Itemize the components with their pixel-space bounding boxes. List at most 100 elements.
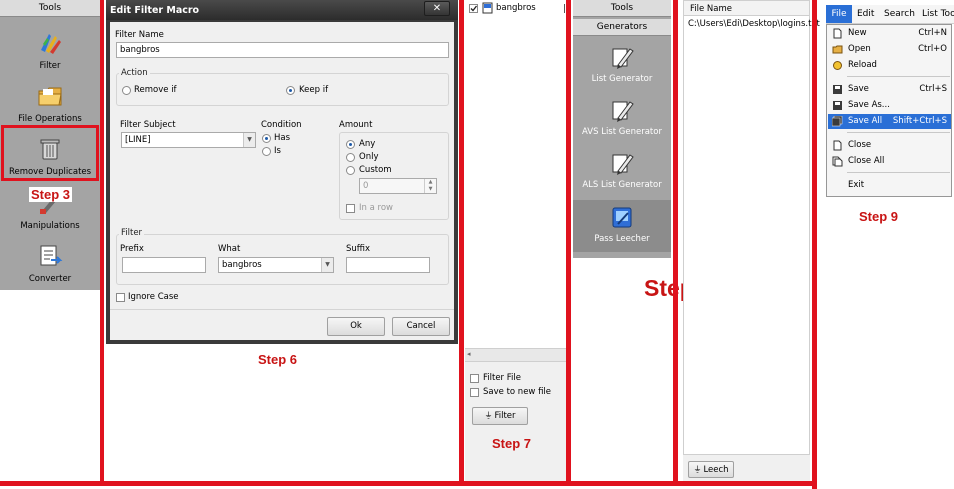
filter-subject-value: [LINE] — [125, 135, 151, 145]
pass-leecher-label: Pass Leecher — [594, 234, 650, 244]
step-3-label: Step 3 — [29, 187, 73, 202]
action-label: Action — [119, 68, 150, 78]
open-folder-icon — [832, 45, 843, 54]
any-radio[interactable] — [346, 140, 355, 149]
menu-separator — [847, 76, 950, 77]
horizontal-scrollbar[interactable]: ◂ — [465, 348, 566, 362]
generators-tools-header[interactable]: Tools — [573, 0, 671, 17]
column-divider — [564, 4, 565, 13]
file-list[interactable]: File Name C:\Users\Edi\Desktop\logins.tx… — [683, 0, 820, 455]
filter-button[interactable]: ⏚ Filter — [472, 407, 528, 425]
als-list-generator-label: ALS List Generator — [582, 180, 662, 190]
menu-list-tools[interactable]: List Too — [922, 5, 954, 23]
only-radio[interactable] — [346, 153, 355, 162]
menu-item-save-label: Save — [848, 84, 869, 94]
filter-name-input[interactable]: bangbros — [116, 42, 449, 58]
menu-file[interactable]: File — [826, 5, 852, 23]
pass-leecher-item[interactable]: Pass Leecher — [573, 200, 671, 252]
menu-item-save-all[interactable]: Save All Shift+Ctrl+S — [828, 114, 951, 129]
generators-panel: Tools Generators List Generator AVS List… — [573, 0, 671, 258]
menu-item-open-label: Open — [848, 44, 871, 54]
leech-button-label: Leech — [703, 465, 729, 475]
what-label: What — [218, 244, 241, 254]
menu-item-close-all[interactable]: Close All — [828, 154, 951, 169]
has-radio[interactable] — [262, 134, 271, 143]
menu-item-reload-label: Reload — [848, 60, 877, 70]
tool-converter[interactable]: Converter — [0, 235, 100, 287]
tool-file-operations[interactable]: File Operations — [0, 75, 100, 127]
has-label: Has — [274, 133, 291, 143]
menu-item-save-as-label: Save As... — [848, 100, 890, 110]
what-select[interactable]: bangbros ▼ — [218, 257, 334, 273]
chevron-down-icon: ▼ — [321, 258, 333, 272]
red-divider — [566, 0, 571, 484]
menu-item-save[interactable]: Save Ctrl+S — [828, 82, 951, 97]
menu-separator — [847, 172, 950, 173]
keep-if-label: Keep if — [299, 85, 329, 95]
menu-item-open[interactable]: Open Ctrl+O — [828, 42, 951, 57]
step-7-label: Step 7 — [492, 436, 532, 451]
avs-list-generator-label: AVS List Generator — [582, 127, 662, 137]
menu-item-new[interactable]: New Ctrl+N — [828, 26, 951, 41]
condition-label: Condition — [261, 120, 302, 130]
list-item-label: bangbros — [496, 3, 536, 13]
keep-if-radio[interactable] — [286, 86, 295, 95]
red-divider — [459, 0, 464, 484]
suffix-input[interactable] — [346, 257, 430, 273]
filter-macro-icon — [482, 2, 493, 14]
save-icon — [833, 85, 842, 94]
edit-filter-macro-dialog: Edit Filter Macro ✕ Filter Name bangbros… — [106, 0, 458, 344]
menu-item-reload[interactable]: Reload — [828, 58, 951, 73]
chevron-down-icon: ▼ — [243, 133, 255, 147]
dialog-title: Edit Filter Macro — [106, 0, 458, 20]
cancel-button[interactable]: Cancel — [392, 317, 450, 336]
prefix-label: Prefix — [120, 244, 144, 254]
menu-item-exit[interactable]: Exit — [828, 178, 951, 193]
list-generator-label: List Generator — [591, 74, 653, 84]
filter-file-checkbox[interactable] — [470, 374, 479, 383]
file-path-row[interactable]: C:\Users\Edi\Desktop\logins.txt — [688, 19, 820, 29]
menu-item-save-as[interactable]: Save As... — [828, 98, 951, 113]
leech-button[interactable]: ⏚ Leech — [688, 461, 734, 478]
file-name-column-header[interactable]: File Name — [684, 1, 809, 16]
close-button[interactable]: ✕ — [424, 1, 450, 16]
new-file-icon — [833, 28, 842, 39]
ok-button[interactable]: Ok — [327, 317, 385, 336]
list-generator-item[interactable]: List Generator — [573, 40, 671, 92]
custom-radio[interactable] — [346, 166, 355, 175]
filter-name-label: Filter Name — [115, 30, 164, 40]
remove-if-radio[interactable] — [122, 86, 131, 95]
menu-item-exit-label: Exit — [848, 180, 865, 190]
custom-label: Custom — [359, 165, 392, 175]
generators-header[interactable]: Generators — [573, 19, 671, 36]
als-list-generator-item[interactable]: ALS List Generator — [573, 146, 671, 198]
filter-file-label: Filter File — [483, 373, 521, 383]
save-new-file-label: Save to new file — [483, 387, 552, 397]
tool-filter[interactable]: Filter — [0, 22, 100, 74]
list-generator-icon — [612, 48, 634, 69]
filter-icon — [41, 34, 61, 54]
ignore-case-checkbox[interactable] — [116, 293, 125, 302]
menu-item-close-label: Close — [848, 140, 872, 150]
filter-options-panel: ◂ Filter File Save to new file ⏚ Filter — [465, 348, 566, 481]
what-value: bangbros — [222, 260, 262, 270]
checkmark-icon — [470, 5, 478, 12]
avs-list-generator-icon — [612, 101, 634, 122]
menu-edit[interactable]: Edit — [857, 5, 874, 23]
list-item-checkbox[interactable] — [469, 4, 478, 13]
scroll-left-icon[interactable]: ◂ — [467, 350, 471, 358]
menu-item-close[interactable]: Close — [828, 138, 951, 153]
save-new-file-checkbox[interactable] — [470, 388, 479, 397]
file-menu: New Ctrl+N Open Ctrl+O Reload Save Ctrl+… — [826, 24, 952, 197]
step-6-label: Step 6 — [258, 352, 298, 367]
prefix-input[interactable] — [122, 257, 206, 273]
reload-icon — [833, 61, 842, 70]
in-a-row-checkbox[interactable] — [346, 204, 355, 213]
filter-subject-select[interactable]: [LINE] ▼ — [121, 132, 256, 148]
avs-list-generator-item[interactable]: AVS List Generator — [573, 93, 671, 145]
menu-search[interactable]: Search — [884, 5, 915, 23]
is-radio[interactable] — [262, 147, 271, 156]
file-list-panel: File Name C:\Users\Edi\Desktop\logins.tx… — [683, 0, 820, 481]
spinner-arrows-icon[interactable]: ▲ ▼ — [424, 179, 436, 193]
tool-filter-label: Filter — [39, 61, 61, 71]
